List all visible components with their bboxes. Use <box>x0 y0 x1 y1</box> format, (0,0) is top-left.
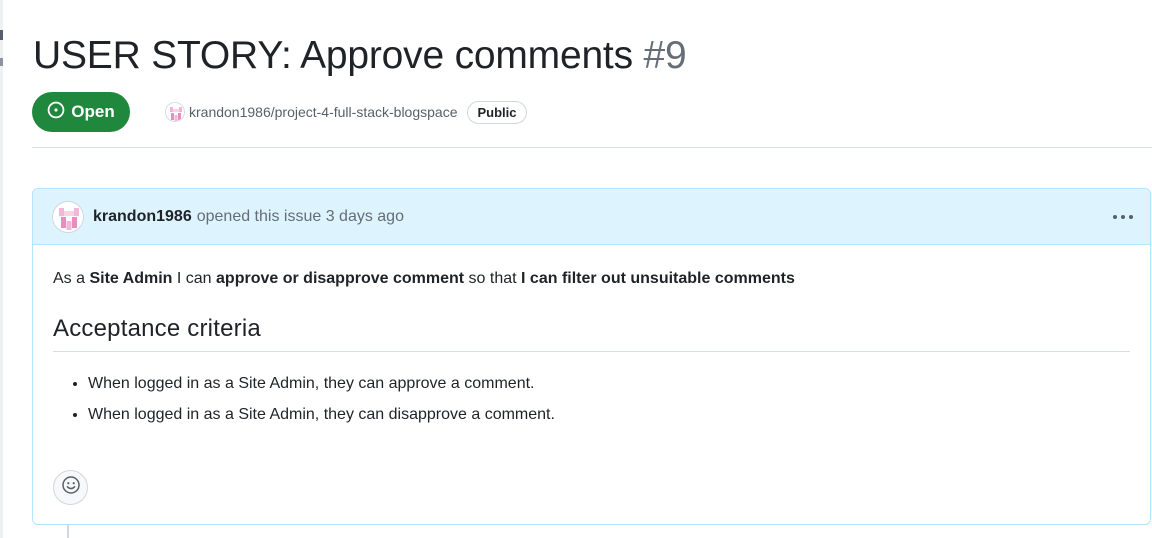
comment-body: As a Site Admin I can approve or disappr… <box>33 245 1150 427</box>
story-text: As a <box>53 270 86 287</box>
story-text: so that <box>468 270 517 287</box>
smiley-icon <box>61 475 81 500</box>
story-text: I can <box>176 270 212 287</box>
repo-info: krandon1986/project-4-full-stack-blogspa… <box>165 100 527 124</box>
author-avatar[interactable] <box>52 200 84 233</box>
issue-number: #9 <box>643 34 687 77</box>
kebab-horizontal-icon[interactable] <box>1110 205 1136 229</box>
issue-state-label: Open <box>71 102 115 121</box>
window-left-edge <box>0 0 3 538</box>
add-reaction-button[interactable] <box>53 470 88 505</box>
acceptance-criteria-heading: Acceptance criteria <box>53 315 1130 352</box>
comment-author[interactable]: krandon1986 <box>93 208 192 226</box>
header-divider <box>32 147 1152 148</box>
edge-mark <box>0 30 3 40</box>
issue-opened-icon <box>47 101 65 124</box>
issue-state-badge: Open <box>32 92 130 132</box>
repo-link[interactable]: krandon1986/project-4-full-stack-blogspa… <box>189 104 457 120</box>
comment-header: krandon1986 opened this issue 3 days ago <box>33 189 1150 245</box>
comment-timestamp: opened this issue 3 days ago <box>196 207 404 225</box>
repo-owner-avatar[interactable] <box>165 102 185 122</box>
user-story-paragraph: As a Site Admin I can approve or disappr… <box>53 267 1130 291</box>
visibility-badge: Public <box>467 100 527 124</box>
issue-comment: krandon1986 opened this issue 3 days ago… <box>32 188 1151 525</box>
issue-title-text: USER STORY: Approve comments <box>33 34 633 77</box>
story-role: Site Admin <box>89 270 173 287</box>
list-item: When logged in as a Site Admin, they can… <box>88 403 1130 427</box>
criteria-list: When logged in as a Site Admin, they can… <box>53 372 1130 427</box>
story-benefit: I can filter out unsuitable comments <box>521 270 795 287</box>
issue-title: USER STORY: Approve comments #9 <box>33 34 687 78</box>
edge-mark <box>0 58 3 66</box>
list-item: When logged in as a Site Admin, they can… <box>88 372 1130 396</box>
story-action: approve or disapprove comment <box>216 270 465 287</box>
